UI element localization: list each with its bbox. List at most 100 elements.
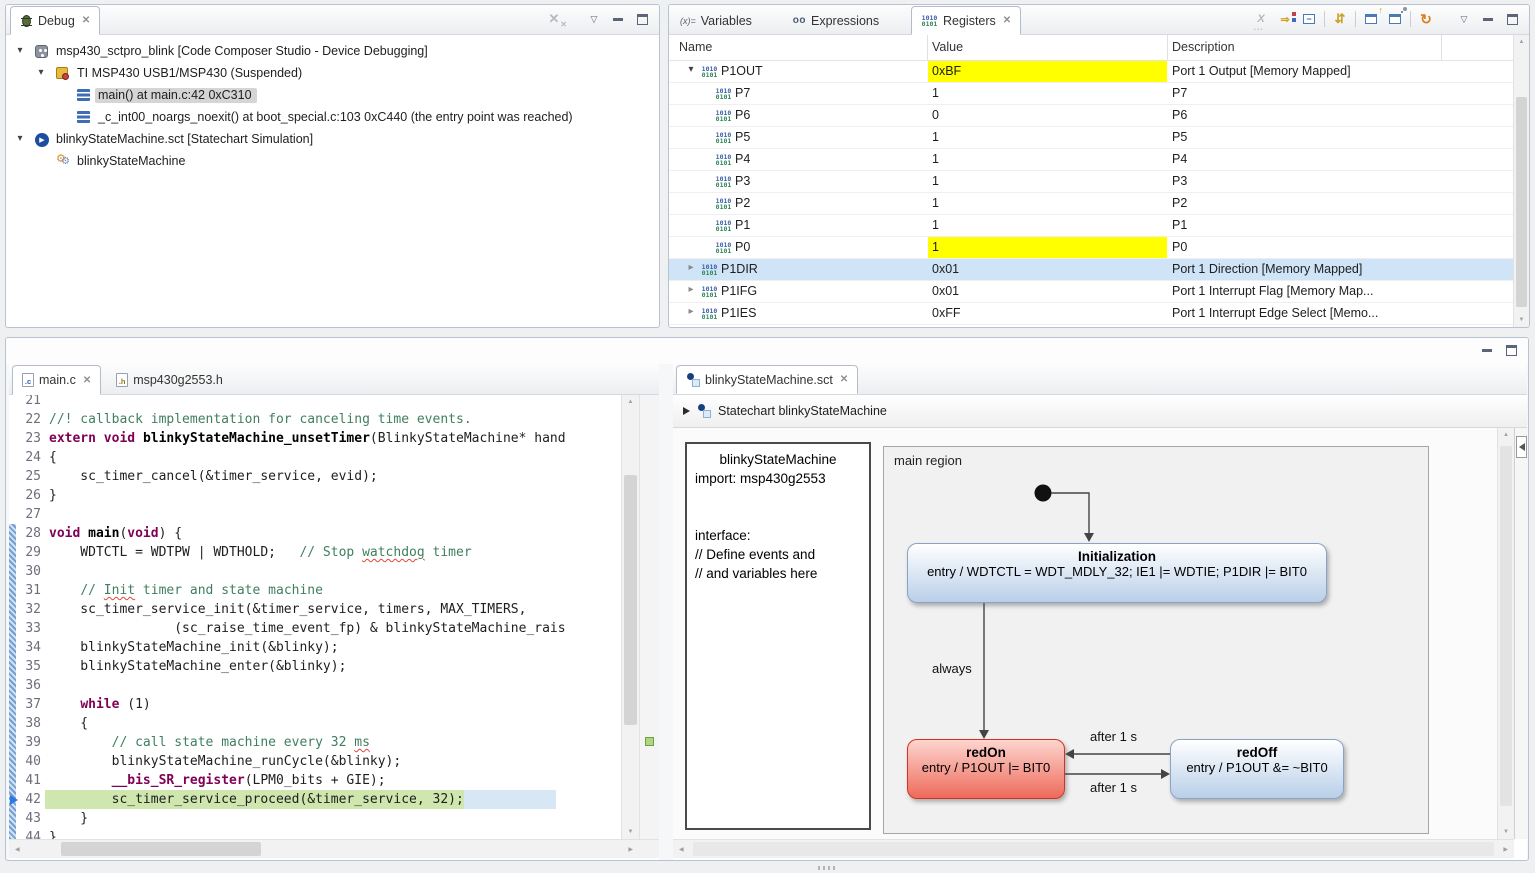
code-line[interactable]: 42 sc_timer_service_proceed(&timer_servi… [9, 790, 583, 809]
register-row[interactable]: 10100101P51P5 [669, 127, 1515, 149]
breadcrumb-expand-icon[interactable] [683, 407, 690, 415]
twistie-icon[interactable]: ▸ [685, 306, 697, 317]
maximize-icon[interactable] [633, 10, 651, 28]
code-line[interactable]: 44} [9, 828, 583, 839]
register-row[interactable]: 10100101P41P4 [669, 149, 1515, 171]
twistie-icon[interactable]: ▾ [685, 64, 697, 75]
scroll-right-icon[interactable]: ▶ [628, 846, 633, 853]
maximize-icon[interactable] [1503, 10, 1521, 28]
state-initialization[interactable]: Initialization entry / WDTCTL = WDT_MDLY… [907, 543, 1327, 603]
view-menu-icon[interactable]: ▽ [585, 10, 603, 28]
scrollbar-thumb[interactable] [61, 842, 261, 856]
register-row[interactable]: 10100101P71P7 [669, 83, 1515, 105]
transition-label-after-bottom[interactable]: after 1 s [1090, 780, 1137, 795]
close-icon[interactable]: ✕ [81, 375, 91, 386]
code-line[interactable]: 28void main(void) { [9, 524, 583, 543]
debug-tree-row[interactable]: ▾msp430_sctpro_blink [Code Composer Stud… [6, 41, 659, 63]
refresh-icon[interactable]: ↻ [1417, 10, 1435, 28]
collapse-all-icon[interactable]: − [1300, 10, 1318, 28]
code-line[interactable]: 40 blinkyStateMachine_runCycle(&blinky); [9, 752, 583, 771]
code-line[interactable]: 34 blinkyStateMachine_init(&blinky); [9, 638, 583, 657]
register-row[interactable]: 10100101P01P0 [669, 237, 1515, 259]
column-header-value[interactable]: Value [932, 40, 963, 54]
debug-tree-row[interactable]: _c_int00_noargs_noexit() at boot_special… [6, 107, 659, 129]
registers-column-header[interactable]: NameValueDescription [669, 35, 1513, 61]
code-line[interactable]: 37 while (1) [9, 695, 583, 714]
twistie-icon[interactable]: ▸ [685, 262, 697, 273]
debug-tree-row[interactable]: ▾TI MSP430 USB1/MSP430 (Suspended) [6, 63, 659, 85]
show-type-names-icon[interactable]: X [1252, 10, 1270, 28]
scroll-left-icon[interactable]: ◀ [679, 846, 684, 853]
register-row[interactable]: ▸10100101P1IFG0x01Port 1 Interrupt Flag … [669, 281, 1515, 303]
close-icon[interactable]: ✕ [838, 374, 848, 385]
twistie-icon[interactable]: ▸ [685, 284, 697, 295]
code-line[interactable]: 29 WDTCTL = WDTPW | WDTHOLD; // Stop wat… [9, 543, 583, 562]
statechart-vertical-scrollbar[interactable]: ▲ ▼ [1497, 428, 1514, 839]
tab-statechart[interactable]: blinkyStateMachine.sct ✕ [676, 365, 858, 394]
scroll-left-icon[interactable]: ◀ [15, 846, 20, 853]
code-line[interactable]: 43 } [9, 809, 583, 828]
debug-tree-row[interactable]: blinkyStateMachine [6, 151, 659, 173]
show-logical-structure-icon[interactable]: ⇒ [1276, 10, 1294, 28]
scroll-up-icon[interactable]: ▲ [1514, 39, 1529, 45]
scroll-down-icon[interactable]: ▼ [1514, 317, 1529, 323]
editor-horizontal-scrollbar[interactable]: ◀ ▶ [9, 839, 659, 858]
code-line[interactable]: 41 __bis_SR_register(LPM0_bits + GIE); [9, 771, 583, 790]
code-editor[interactable]: 2122//! callback implementation for canc… [9, 395, 621, 839]
tab-registers[interactable]: 10100101Registers✕ [911, 6, 1021, 35]
scrollbar-thumb[interactable] [1516, 97, 1527, 307]
view-menu-icon[interactable]: ▽ [1455, 10, 1473, 28]
minimize-icon[interactable] [1478, 341, 1496, 359]
code-line[interactable]: 32 sc_timer_service_init(&timer_service,… [9, 600, 583, 619]
minimize-icon[interactable] [609, 10, 627, 28]
statechart-canvas[interactable]: blinkyStateMachine import: msp430g2553 i… [673, 428, 1497, 839]
minimize-icon[interactable] [1479, 10, 1497, 28]
statechart-declaration-box[interactable]: blinkyStateMachine import: msp430g2553 i… [685, 442, 871, 830]
code-line[interactable]: 24{ [9, 448, 583, 467]
code-line[interactable]: 36 [9, 676, 583, 695]
scrollbar-thumb[interactable] [1500, 446, 1512, 806]
transition-label-after-top[interactable]: after 1 s [1090, 729, 1137, 744]
register-row[interactable]: ▸10100101P1IES0xFFPort 1 Interrupt Edge … [669, 303, 1515, 325]
debug-tree-row[interactable]: ▾▶blinkyStateMachine.sct [Statechart Sim… [6, 129, 659, 151]
state-red-on[interactable]: redOn entry / P1OUT |= BIT0 [907, 739, 1065, 799]
code-line[interactable]: 30 [9, 562, 583, 581]
occurrence-marker[interactable] [645, 737, 654, 746]
registers-vertical-scrollbar[interactable]: ▲ ▼ [1513, 35, 1529, 327]
code-line[interactable]: 38 { [9, 714, 583, 733]
open-new-view-icon[interactable] [1362, 10, 1380, 28]
tab-msp430g2553-h[interactable]: .hmsp430g2553.h [107, 365, 232, 395]
scroll-up-icon[interactable]: ▲ [622, 399, 639, 405]
code-line[interactable]: 26} [9, 486, 583, 505]
code-line[interactable]: 27 [9, 505, 583, 524]
code-line[interactable]: 22//! callback implementation for cancel… [9, 410, 583, 429]
sash-handle[interactable] [818, 866, 836, 870]
code-line[interactable]: 25 sc_timer_cancel(&timer_service, evid)… [9, 467, 583, 486]
scrollbar-thumb[interactable] [693, 842, 1494, 856]
tab-expressions[interactable]: ooExpressions [784, 6, 888, 35]
code-line[interactable]: 35 blinkyStateMachine_enter(&blinky); [9, 657, 583, 676]
tab-debug[interactable]: Debug ✕ [10, 6, 100, 35]
close-icon[interactable]: ✕ [1001, 15, 1011, 26]
code-line[interactable]: 39 // call state machine every 32 ms [9, 733, 583, 752]
initial-state-dot[interactable] [1035, 485, 1052, 502]
close-icon[interactable]: ✕ [80, 15, 90, 26]
register-row[interactable]: 10100101P31P3 [669, 171, 1515, 193]
editor-vertical-scrollbar[interactable]: ▲ ▼ [621, 395, 639, 839]
scroll-down-icon[interactable]: ▼ [1498, 829, 1514, 835]
debug-tree-row[interactable]: main() at main.c:42 0xC310 [6, 85, 659, 107]
overview-ruler[interactable] [639, 395, 659, 839]
code-line[interactable]: 23extern void blinkyStateMachine_unsetTi… [9, 429, 583, 448]
twistie-icon[interactable]: ▾ [35, 67, 47, 78]
column-divider[interactable] [927, 35, 928, 60]
statechart-breadcrumb[interactable]: Statechart blinkyStateMachine [673, 395, 1527, 428]
maximize-icon[interactable] [1502, 341, 1520, 359]
register-row[interactable]: 10100101P11P1 [669, 215, 1515, 237]
scrollbar-thumb[interactable] [624, 475, 637, 725]
pin-view-icon[interactable] [1386, 10, 1404, 28]
register-row[interactable]: 10100101P21P2 [669, 193, 1515, 215]
transition-label-always[interactable]: always [932, 661, 972, 676]
column-header-name[interactable]: Name [679, 40, 712, 54]
tab-variables[interactable]: (x)=Variables [671, 6, 761, 35]
refresh-registers-icon[interactable]: ⇵ [1331, 10, 1349, 28]
